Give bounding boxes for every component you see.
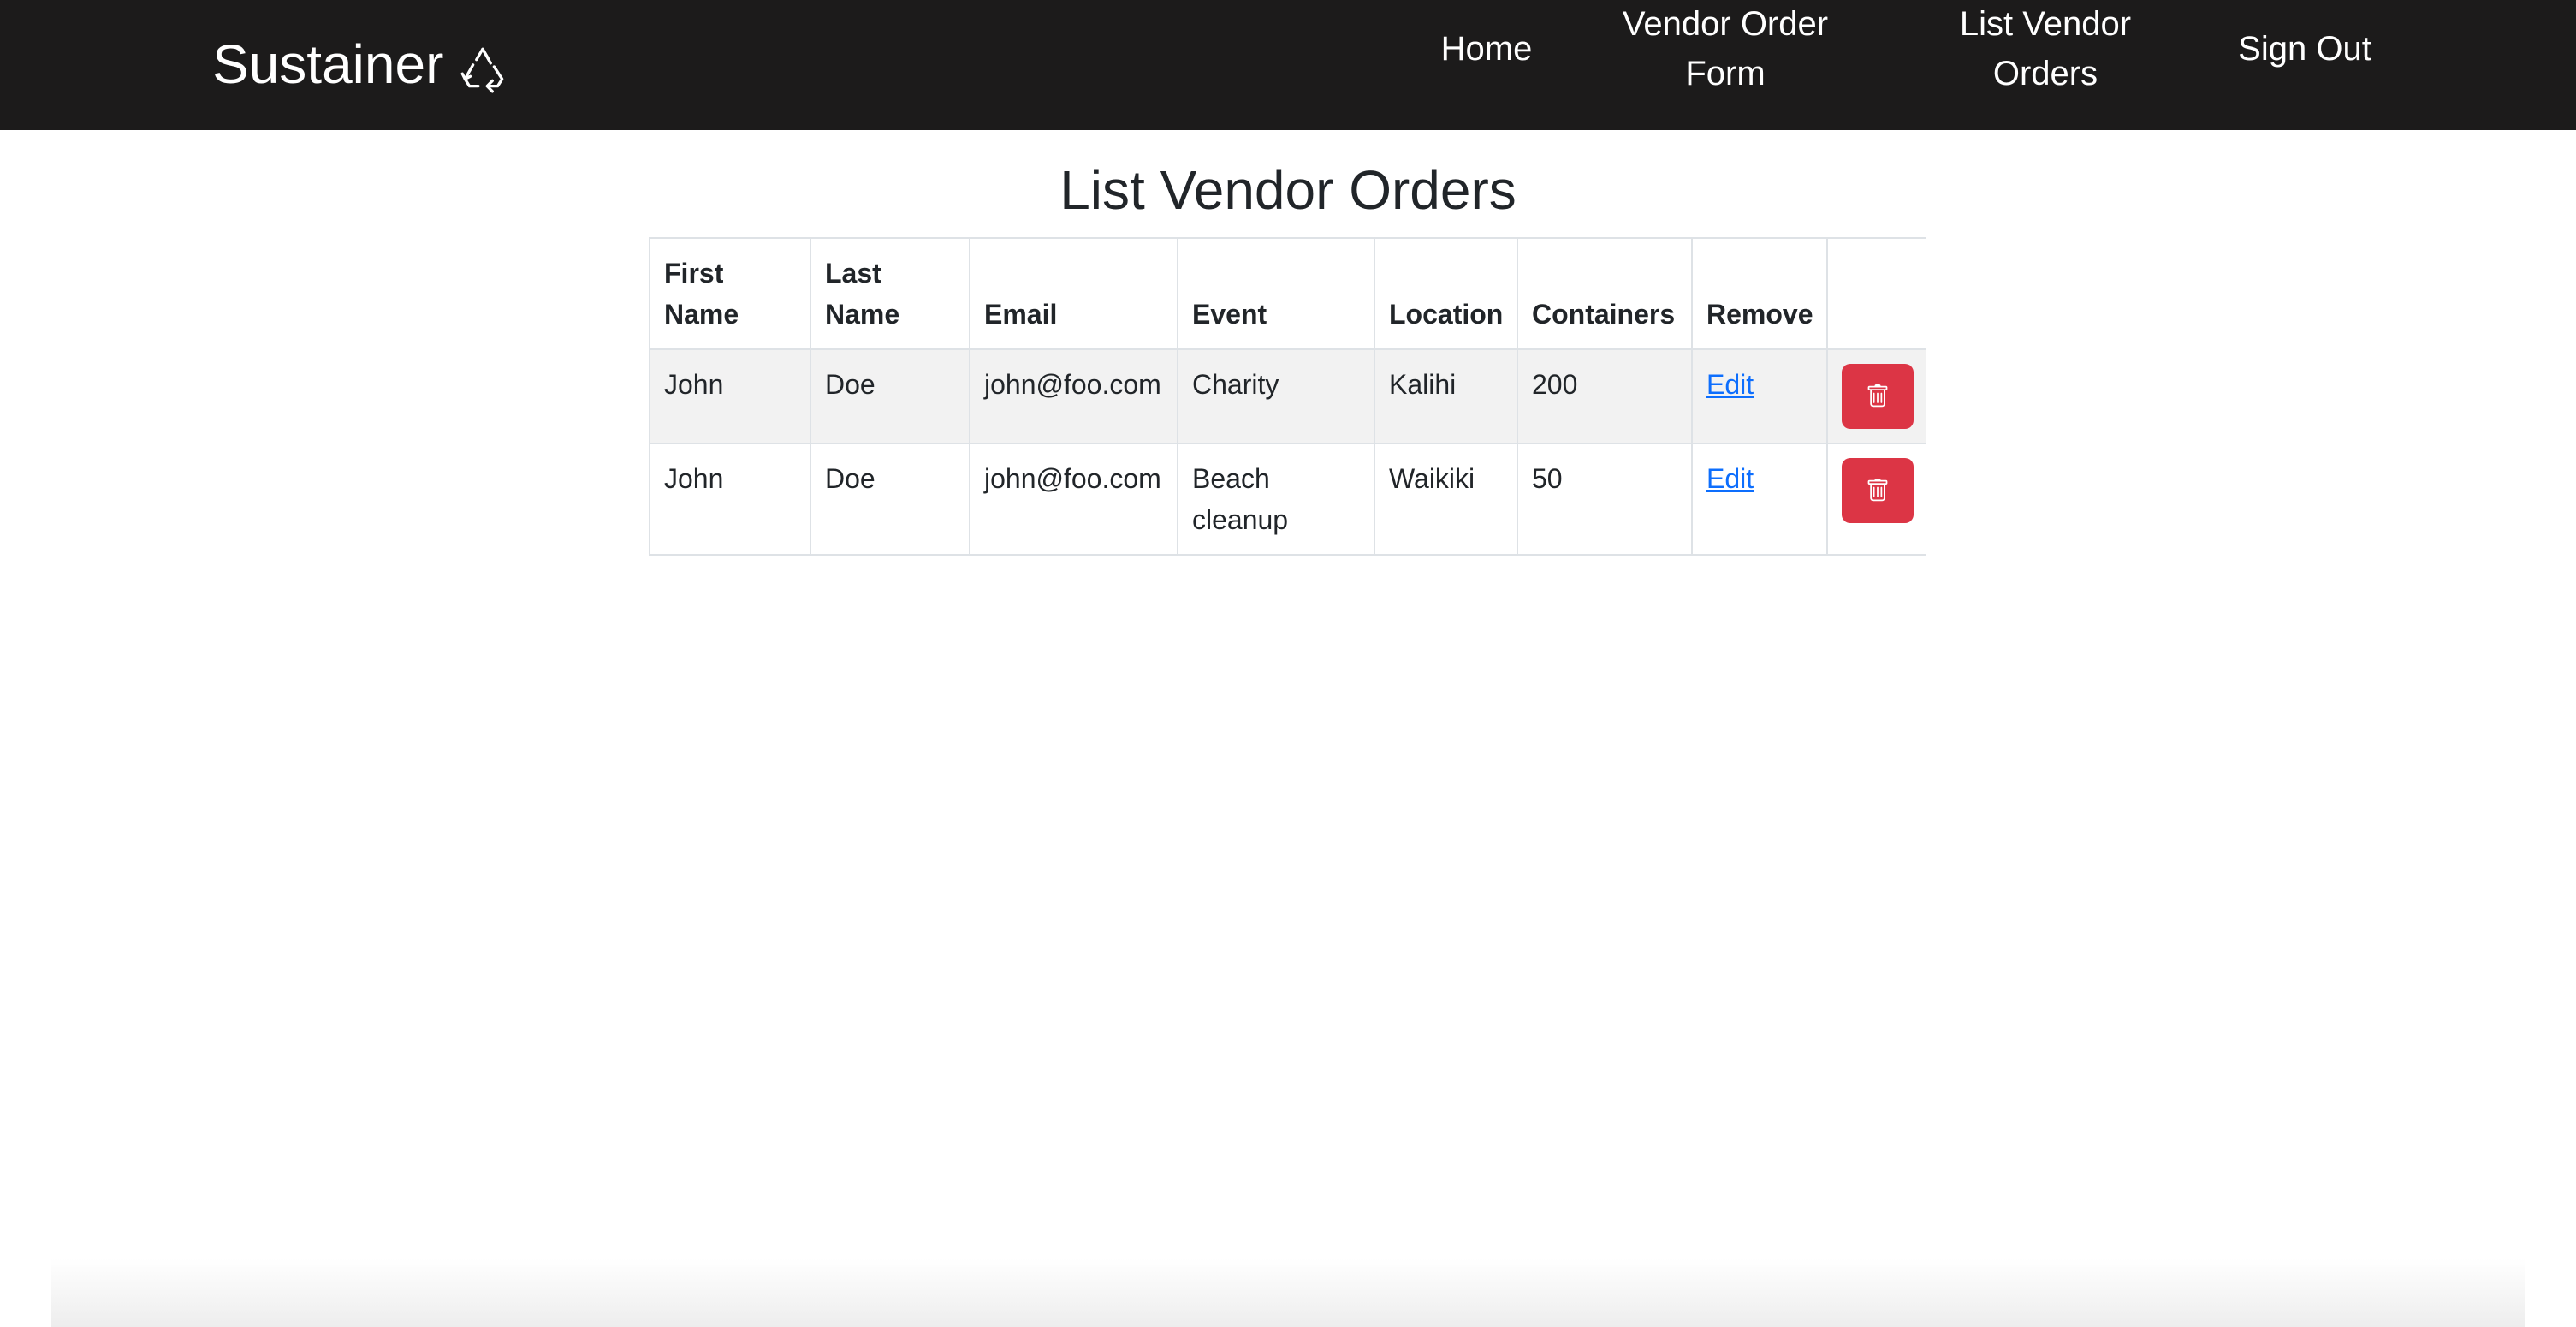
trash-icon bbox=[1867, 384, 1888, 408]
cell-event: Charity bbox=[1177, 348, 1375, 444]
recycle-icon bbox=[460, 47, 504, 93]
cell-email: john@foo.com bbox=[969, 348, 1178, 444]
header-actions bbox=[1826, 237, 1926, 350]
header-location: Location bbox=[1374, 237, 1518, 350]
table-row: John Doe john@foo.com Beach cleanup Waik… bbox=[649, 443, 1926, 556]
cell-location: Kalihi bbox=[1374, 348, 1518, 444]
nav-home[interactable]: Home bbox=[1422, 24, 1551, 74]
nav-vendor-order-form-label-line2: Form bbox=[1685, 55, 1766, 92]
nav-list-vendor-orders-label-line2: Orders bbox=[1992, 55, 2098, 92]
nav-home-label: Home bbox=[1440, 30, 1533, 68]
edit-link[interactable]: Edit bbox=[1706, 463, 1754, 494]
nav-sign-out-label: Sign Out bbox=[2238, 30, 2371, 68]
edit-link[interactable]: Edit bbox=[1706, 369, 1754, 400]
header-last-name-line2: Name bbox=[825, 299, 900, 330]
nav-vendor-order-form-label-line1: Vendor Order bbox=[1622, 5, 1829, 43]
trash-icon bbox=[1867, 479, 1888, 502]
delete-button[interactable] bbox=[1842, 458, 1914, 523]
vendor-orders-table: First Name Last Name Email Event Locatio… bbox=[649, 237, 1926, 556]
table-row: John Doe john@foo.com Charity Kalihi 200… bbox=[649, 348, 1926, 444]
cell-event: Beach cleanup bbox=[1177, 443, 1375, 556]
header-first-name-line2: Name bbox=[664, 299, 739, 330]
nav-list-vendor-orders[interactable]: List Vendor Orders bbox=[1917, 0, 2174, 98]
cell-location: Waikiki bbox=[1374, 443, 1518, 556]
table-header-row: First Name Last Name Email Event Locatio… bbox=[649, 237, 1926, 350]
cell-edit: Edit bbox=[1691, 443, 1828, 556]
header-remove: Remove bbox=[1691, 237, 1828, 350]
header-email: Email bbox=[969, 237, 1178, 350]
nav-list-vendor-orders-label-line1: List Vendor bbox=[1959, 5, 2132, 43]
header-last-name: Last Name bbox=[810, 237, 970, 350]
bottom-shadow bbox=[51, 1259, 2525, 1327]
page-title: List Vendor Orders bbox=[1059, 159, 1517, 221]
brand-link[interactable]: Sustainer bbox=[212, 29, 512, 99]
nav-vendor-order-form[interactable]: Vendor Order Form bbox=[1597, 0, 1854, 98]
cell-delete bbox=[1826, 348, 1926, 444]
cell-first-name: John bbox=[649, 348, 811, 444]
header-event: Event bbox=[1177, 237, 1375, 350]
cell-containers: 50 bbox=[1517, 443, 1693, 556]
cell-first-name: John bbox=[649, 443, 811, 556]
header-last-name-line1: Last bbox=[825, 258, 881, 289]
header-first-name-line1: First bbox=[664, 258, 724, 289]
nav-sign-out[interactable]: Sign Out bbox=[2223, 24, 2386, 74]
header-containers: Containers bbox=[1517, 237, 1693, 350]
cell-last-name: Doe bbox=[810, 348, 970, 444]
delete-button[interactable] bbox=[1842, 364, 1914, 429]
navbar: Sustainer Home Vendor Order Form List Ve… bbox=[0, 0, 2576, 130]
brand-name: Sustainer bbox=[212, 33, 444, 95]
cell-email: john@foo.com bbox=[969, 443, 1178, 556]
cell-delete bbox=[1826, 443, 1926, 556]
cell-last-name: Doe bbox=[810, 443, 970, 556]
cell-edit: Edit bbox=[1691, 348, 1828, 444]
cell-containers: 200 bbox=[1517, 348, 1693, 444]
header-first-name: First Name bbox=[649, 237, 811, 350]
